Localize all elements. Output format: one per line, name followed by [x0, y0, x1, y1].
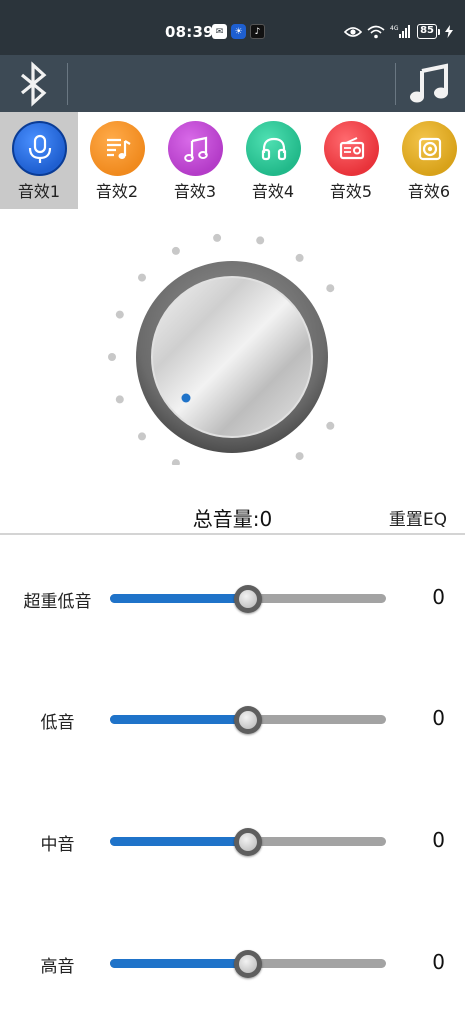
status-time: 08:39 — [165, 23, 214, 41]
volume-scale-dot — [295, 452, 304, 461]
slider-fill — [110, 594, 248, 603]
eq-row-bass: 低音 0 — [0, 700, 465, 740]
subbass-slider[interactable] — [110, 585, 386, 613]
preset-5[interactable]: 音效5 — [312, 112, 390, 209]
battery-level: 85 — [417, 24, 437, 39]
preset-3[interactable]: 音效3 — [156, 112, 234, 209]
signal-icon: 4G — [390, 25, 411, 38]
preset-4[interactable]: 音效4 — [234, 112, 312, 209]
slider-thumb[interactable] — [234, 706, 262, 734]
eq-value: 0 — [432, 950, 445, 974]
mail-notification-icon: ✉ — [212, 24, 227, 39]
bass-slider[interactable] — [110, 706, 386, 734]
preset-label: 音效5 — [329, 182, 373, 201]
toolbar-divider-left — [67, 63, 68, 105]
preset-label: 音效1 — [17, 182, 61, 201]
preset-6[interactable]: 音效6 — [390, 112, 465, 209]
treble-slider[interactable] — [110, 950, 386, 978]
volume-knob[interactable] — [100, 225, 365, 465]
eq-app-screen: 08:39 ✉ ☀ ♪ 4G 85 音效1 音效2 音效3 音效4 音效5 音效… — [0, 0, 465, 1024]
knob-indicator — [181, 393, 191, 403]
knob-face — [151, 276, 313, 438]
eq-label: 低音 — [40, 713, 75, 733]
eq-label: 中音 — [40, 835, 75, 855]
volume-scale-dot — [108, 353, 116, 361]
eq-label: 高音 — [40, 957, 75, 977]
preset-2[interactable]: 音效2 — [78, 112, 156, 209]
music-note-icon — [168, 121, 223, 176]
battery-indicator: 85 — [417, 24, 440, 39]
slider-thumb[interactable] — [234, 585, 262, 613]
toolbar — [0, 55, 465, 112]
eq-value: 0 — [432, 828, 445, 852]
volume-scale-dot — [138, 273, 146, 282]
preset-1[interactable]: 音效1 — [0, 112, 78, 209]
section-divider — [0, 533, 465, 535]
slider-fill — [110, 959, 248, 968]
eq-value: 0 — [432, 585, 445, 609]
notification-icons: ✉ ☀ ♪ — [212, 24, 265, 39]
sound-preset-bar: 音效1 音效2 音效3 音效4 音效5 音效6 — [0, 112, 465, 209]
reset-eq-button[interactable]: 重置EQ — [389, 505, 447, 530]
microphone-icon — [12, 121, 67, 176]
bulb-notification-icon: ☀ — [231, 24, 246, 39]
wifi-icon — [367, 25, 385, 38]
preset-label: 音效2 — [95, 182, 139, 201]
speaker-icon — [402, 121, 457, 176]
eq-row-treble: 高音 0 — [0, 944, 465, 984]
headphones-icon — [246, 121, 301, 176]
slider-thumb[interactable] — [234, 828, 262, 856]
status-right: 4G 85 — [344, 24, 453, 39]
preset-label: 音效3 — [173, 182, 217, 201]
volume-scale-dot — [326, 421, 335, 430]
mid-slider[interactable] — [110, 828, 386, 856]
slider-thumb[interactable] — [234, 950, 262, 978]
charging-icon — [445, 25, 453, 38]
volume-scale-dot — [138, 432, 146, 441]
slider-fill — [110, 715, 248, 724]
eq-row-mid: 中音 0 — [0, 822, 465, 862]
volume-scale-dot — [295, 253, 304, 262]
volume-scale-dot — [115, 395, 124, 404]
volume-scale-dot — [115, 310, 124, 319]
preset-label: 音效4 — [251, 182, 295, 201]
music-note-icon[interactable] — [408, 63, 452, 105]
music-list-icon — [90, 121, 145, 176]
volume-scale-dot — [171, 246, 180, 255]
eq-row-subbass: 超重低音 0 — [0, 579, 465, 619]
volume-knob-area — [0, 209, 465, 499]
tiktok-notification-icon: ♪ — [250, 24, 265, 39]
toolbar-divider-right — [395, 63, 396, 105]
volume-scale-dot — [256, 236, 265, 245]
preset-label: 音效6 — [407, 182, 451, 201]
eye-icon — [344, 26, 363, 37]
status-bar: 08:39 ✉ ☀ ♪ 4G 85 — [0, 0, 465, 55]
volume-scale-dot — [213, 233, 222, 242]
volume-scale-dot — [326, 284, 335, 293]
network-type-label: 4G — [390, 25, 399, 32]
eq-label: 超重低音 — [23, 592, 92, 612]
eq-value: 0 — [432, 706, 445, 730]
bluetooth-icon[interactable] — [12, 61, 56, 107]
volume-scale-dot — [171, 459, 180, 465]
slider-fill — [110, 837, 248, 846]
radio-icon — [324, 121, 379, 176]
